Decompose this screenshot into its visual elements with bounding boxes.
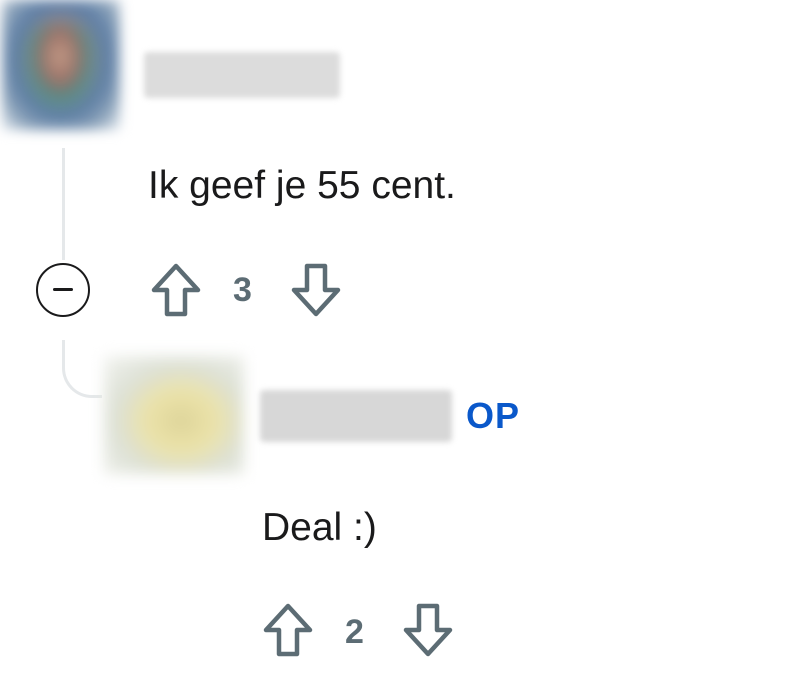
avatar-detail <box>24 22 96 108</box>
downvote-icon[interactable] <box>290 262 342 318</box>
minus-icon <box>53 288 73 291</box>
vote-count: 3 <box>233 271 252 309</box>
collapse-thread-button[interactable] <box>36 263 90 317</box>
upvote-icon[interactable] <box>150 262 202 318</box>
avatar[interactable] <box>104 356 244 474</box>
username-redacted[interactable] <box>260 390 452 442</box>
op-badge: OP <box>466 395 521 436</box>
thread-line <box>62 148 65 260</box>
username-redacted[interactable] <box>144 52 340 98</box>
upvote-icon[interactable] <box>262 602 314 658</box>
vote-count: 2 <box>345 613 364 651</box>
thread-reply-connector <box>62 340 102 398</box>
comment-body: Ik geef je 55 cent. <box>148 164 456 207</box>
comment-body: Deal :) <box>262 506 377 549</box>
downvote-icon[interactable] <box>402 602 454 658</box>
